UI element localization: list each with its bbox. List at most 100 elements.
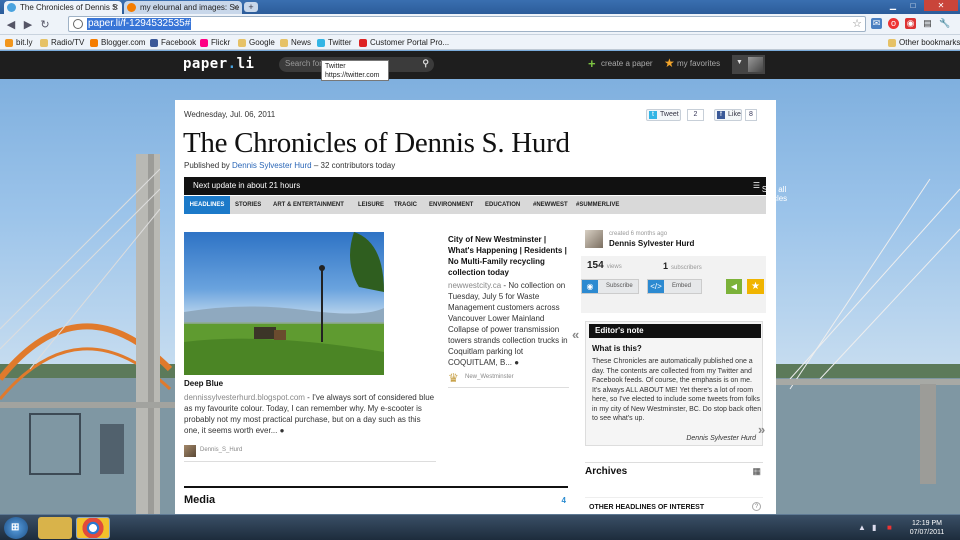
- create-paper-link[interactable]: + create a paper: [588, 56, 653, 71]
- minimize-icon[interactable]: ▁: [884, 0, 902, 11]
- media-heading[interactable]: Media: [184, 494, 215, 506]
- extension-icon[interactable]: ◉: [905, 18, 916, 29]
- blogger-icon: [90, 39, 98, 47]
- bookmark-customer-portal[interactable]: Customer Portal Pro...: [359, 37, 449, 48]
- mail-icon[interactable]: ✉: [871, 18, 882, 29]
- explorer-taskbar-icon[interactable]: [38, 517, 72, 539]
- tab-newwest[interactable]: #NEWWEST: [530, 196, 571, 214]
- tab-tragic[interactable]: TRAGIC: [391, 196, 420, 214]
- editors-note-signature: Dennis Sylvester Hurd: [686, 435, 756, 442]
- user-menu[interactable]: ▼: [732, 55, 765, 74]
- favorite-star-icon[interactable]: ★: [747, 279, 764, 294]
- bookmark-blogger[interactable]: Blogger.com: [90, 37, 145, 48]
- section-tabs: HEADLINES STORIES ART & ENTERTAINMENT LE…: [184, 196, 766, 214]
- owner-name[interactable]: Dennis Sylvester Hurd: [609, 239, 694, 248]
- tab-title: my elournal and images: Se: [140, 3, 240, 12]
- tweet-count: 2: [687, 109, 704, 121]
- bookmark-twitter[interactable]: Twitter: [317, 37, 352, 48]
- headline-image[interactable]: [184, 232, 384, 375]
- bookmark-star-icon[interactable]: ☆: [852, 17, 862, 30]
- bookmark-news[interactable]: News: [280, 37, 311, 48]
- promote-icon[interactable]: ◀: [726, 279, 742, 294]
- editors-note-question: What is this?: [592, 344, 642, 353]
- info-icon[interactable]: ●: [280, 426, 285, 435]
- bookmark-radiotv[interactable]: Radio/TV: [40, 37, 84, 48]
- author-link[interactable]: Dennis Sylvester Hurd: [232, 161, 312, 170]
- dropdown-icon: ▼: [736, 59, 743, 66]
- bitly-icon: [5, 39, 13, 47]
- embed-button[interactable]: </> Embed: [647, 279, 702, 294]
- headline-byline[interactable]: Dennis_S_Hurd: [184, 445, 242, 457]
- crown-icon: ♛: [448, 371, 459, 385]
- bookmark-google[interactable]: Google: [238, 37, 275, 48]
- search-icon[interactable]: ⚲: [422, 58, 429, 69]
- new-tab-button[interactable]: +: [244, 2, 258, 12]
- window-close-icon[interactable]: ✕: [924, 0, 958, 11]
- info-icon[interactable]: ●: [514, 358, 519, 367]
- my-favorites-link[interactable]: ★ my favorites: [664, 56, 720, 70]
- bookmark-facebook[interactable]: Facebook: [150, 37, 196, 48]
- created-date: created 6 months ago: [609, 231, 668, 237]
- windows-logo-icon: ⊞: [11, 522, 20, 533]
- tab-education[interactable]: EDUCATION: [482, 196, 523, 214]
- like-button[interactable]: f Like: [714, 109, 742, 121]
- show-hidden-icons-icon[interactable]: ▲: [858, 523, 866, 532]
- help-icon[interactable]: ?: [752, 502, 761, 511]
- other-bookmarks[interactable]: Other bookmarks: [888, 37, 960, 48]
- clock[interactable]: 12:19 PM 07/07/2011: [902, 519, 952, 537]
- folder-icon: [238, 39, 246, 47]
- see-all-articles-link[interactable]: ☰ See all articles: [753, 181, 787, 203]
- calendar-icon[interactable]: ▦: [752, 466, 761, 477]
- avatar[interactable]: [585, 230, 603, 248]
- article-title[interactable]: City of New Westminster | What's Happeni…: [448, 234, 568, 278]
- folder-icon: [40, 39, 48, 47]
- page-menu-icon[interactable]: ▤: [922, 18, 933, 29]
- browser-toolbar: ◀ ▶ ↻ paper.li/f-1294532535# ☆: [0, 14, 960, 35]
- article-source[interactable]: newwestcity.ca: [448, 281, 501, 290]
- subscribe-button[interactable]: ◉ Subscribe: [581, 279, 639, 294]
- browser-tab[interactable]: my elournal and images: Se ✕: [124, 1, 242, 14]
- url-text[interactable]: paper.li/f-1294532535#: [87, 18, 192, 30]
- folder-icon: [280, 39, 288, 47]
- article-byline[interactable]: ♛ New_Westminster: [448, 371, 514, 385]
- headline-title[interactable]: Deep Blue: [184, 379, 223, 388]
- bookmark-bitly[interactable]: bit.ly: [5, 37, 32, 48]
- tab-stories[interactable]: STORIES: [232, 196, 264, 214]
- bookmark-flickr[interactable]: Flickr: [200, 37, 230, 48]
- reload-icon[interactable]: ↻: [38, 18, 52, 31]
- headline-source[interactable]: dennissylvesterhurd.blogspot.com: [184, 393, 305, 402]
- archives-section[interactable]: Archives ▦: [585, 462, 763, 480]
- back-icon[interactable]: ◀: [4, 18, 18, 31]
- paperli-header: paper.li Search for p ⚲ + create a paper …: [0, 51, 960, 79]
- star-icon: ★: [664, 56, 675, 70]
- wrench-icon[interactable]: 🔧: [939, 18, 950, 29]
- close-icon[interactable]: ✕: [232, 1, 239, 14]
- tab-summerlive[interactable]: #SUMMERLIVE: [573, 196, 622, 214]
- archives-heading: Archives: [585, 466, 628, 477]
- tab-leisure[interactable]: LEISURE: [355, 196, 387, 214]
- tab-art-entertainment[interactable]: ART & ENTERTAINMENT: [270, 196, 347, 214]
- facebook-icon: f: [717, 111, 725, 119]
- published-by: Published by Dennis Sylvester Hurd – 32 …: [184, 161, 396, 170]
- opera-icon[interactable]: o: [888, 18, 899, 29]
- browser-tab-active[interactable]: The Chronicles of Dennis S ✕: [4, 1, 122, 14]
- tab-headlines[interactable]: HEADLINES: [184, 196, 230, 214]
- start-button[interactable]: ⊞: [4, 517, 28, 539]
- open-quote-icon: «: [572, 327, 580, 342]
- tweet-button[interactable]: t Tweet: [646, 109, 681, 121]
- address-bar[interactable]: paper.li/f-1294532535# ☆: [68, 16, 866, 32]
- maximize-icon[interactable]: □: [904, 0, 922, 11]
- security-icon[interactable]: ■: [887, 523, 892, 532]
- avatar: [748, 57, 763, 72]
- subscribers-stat: 1 subscribers: [663, 261, 702, 271]
- plus-icon: +: [588, 56, 596, 71]
- flickr-icon: [200, 39, 208, 47]
- forward-icon[interactable]: ▶: [21, 18, 35, 31]
- paperli-logo[interactable]: paper.li: [183, 56, 254, 72]
- other-headlines-section[interactable]: OTHER HEADLINES OF INTEREST ?: [585, 497, 763, 513]
- chrome-taskbar-icon[interactable]: [76, 517, 110, 539]
- close-icon[interactable]: ✕: [112, 1, 119, 14]
- tab-environment[interactable]: ENVIRONMENT: [426, 196, 476, 214]
- sidebar: created 6 months ago Dennis Sylvester Hu…: [572, 227, 766, 540]
- network-icon[interactable]: ▮: [872, 523, 876, 532]
